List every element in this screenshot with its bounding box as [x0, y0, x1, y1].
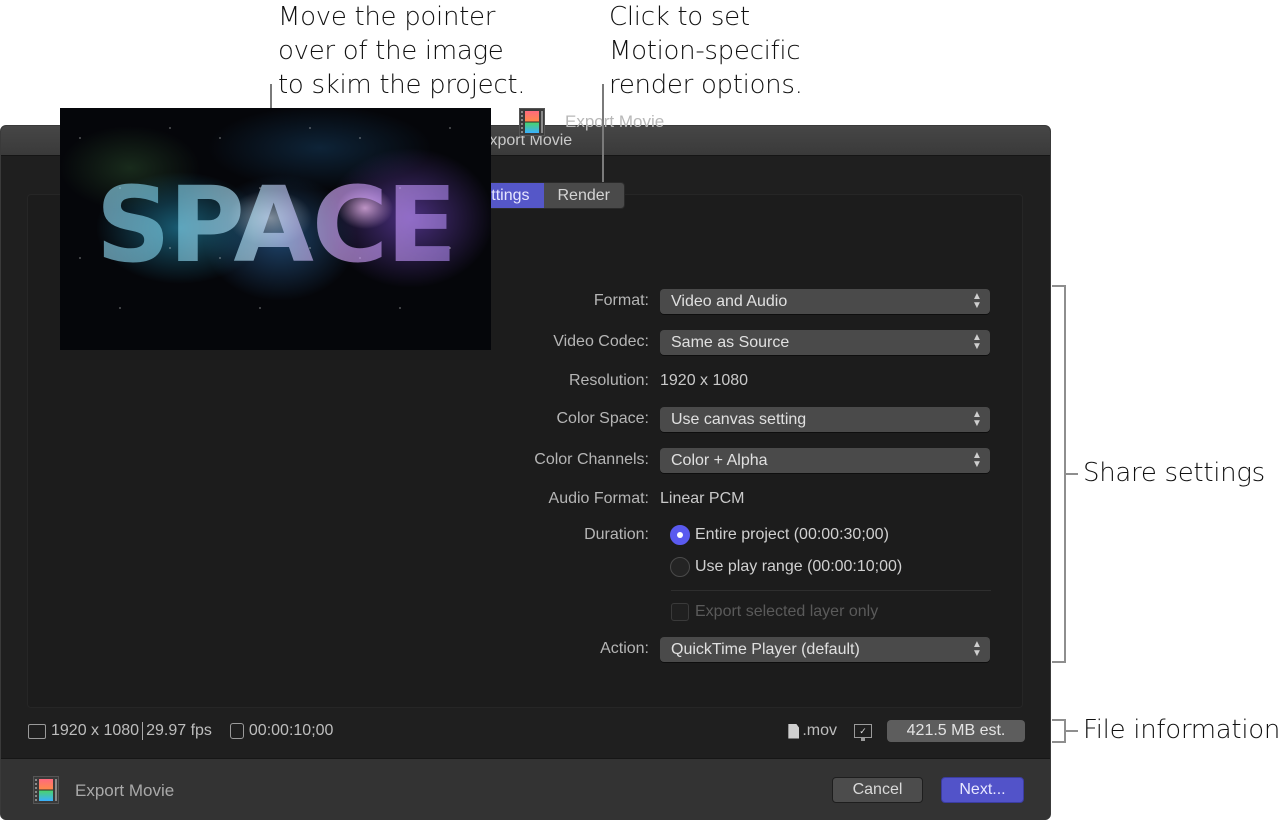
footer-title: Export Movie	[75, 781, 175, 800]
radio-selected-icon[interactable]	[670, 525, 690, 545]
color-channels-row: Color Channels: Color + Alpha ▲ ▼	[500, 447, 990, 473]
format-value: Video and Audio	[671, 292, 788, 310]
bracket-share-settings	[1052, 285, 1066, 663]
duration-play-range-option[interactable]: Use play range (00:00:10;00)	[670, 557, 902, 577]
format-label: Format:	[593, 292, 649, 309]
resolution-value: 1920 x 1080	[660, 372, 749, 389]
export-selected-layer-label: Export selected layer only	[695, 603, 879, 620]
next-button[interactable]: Next...	[941, 777, 1024, 803]
window-footer: Export Movie Cancel Next...	[1, 758, 1050, 820]
duration-icon	[229, 723, 244, 739]
checkbox-icon[interactable]	[671, 603, 689, 621]
format-select[interactable]: Video and Audio ▲ ▼	[660, 288, 990, 314]
resolution-label: Resolution:	[568, 372, 649, 389]
callout-line-2: Motion-specific	[609, 36, 801, 66]
action-value: QuickTime Player (default)	[671, 640, 860, 658]
color-space-row: Color Space: Use canvas setting ▲ ▼	[500, 406, 990, 432]
share-heading: Export Movie	[519, 108, 664, 136]
file-info-right: .mov ✓ 421.5 MB est.	[788, 720, 1025, 742]
bracket-file-information	[1052, 719, 1066, 743]
duration-entire-project-option[interactable]: Entire project (00:00:30;00)	[670, 525, 889, 545]
video-codec-label: Video Codec:	[553, 333, 649, 350]
bracket-share-settings-tick	[1066, 473, 1078, 475]
color-channels-value: Color + Alpha	[671, 451, 768, 469]
duration-label: Duration:	[584, 526, 649, 543]
document-icon	[788, 723, 800, 739]
audio-format-value: Linear PCM	[660, 490, 745, 507]
file-duration: 00:00:10;00	[248, 722, 334, 739]
color-space-value: Use canvas setting	[671, 410, 807, 428]
action-row: Action: QuickTime Player (default) ▲ ▼	[500, 636, 990, 662]
callout-line-1: Click to set	[609, 2, 750, 32]
monitor-check-icon: ✓	[854, 724, 872, 741]
export-selected-layer-option[interactable]: Export selected layer only	[671, 603, 878, 621]
file-size-estimate: 421.5 MB est.	[887, 720, 1025, 742]
film-strip-icon	[33, 776, 59, 804]
tab-render[interactable]: Render	[544, 183, 624, 208]
color-space-label: Color Space:	[556, 410, 650, 427]
action-select[interactable]: QuickTime Player (default) ▲ ▼	[660, 636, 990, 662]
cancel-button[interactable]: Cancel	[832, 777, 923, 803]
callout-share-settings: Share settings	[1083, 458, 1265, 488]
preview-title-text: SPACE	[60, 170, 491, 280]
callout-line-1: Move the pointer	[278, 2, 496, 32]
project-preview-image[interactable]: SPACE	[60, 108, 491, 350]
color-channels-select[interactable]: Color + Alpha ▲ ▼	[660, 447, 990, 473]
duration-play-range-label: Use play range (00:00:10;00)	[695, 558, 903, 575]
file-resolution: 1920 x 1080	[51, 722, 140, 739]
callout-line-3: render options.	[609, 70, 803, 100]
color-channels-label: Color Channels:	[534, 451, 649, 468]
action-label: Action:	[600, 640, 649, 657]
radio-unselected-icon[interactable]	[670, 557, 690, 577]
file-info-left: 1920 x 1080 29.97 fps 00:00:10;00	[28, 722, 333, 740]
bracket-file-information-tick	[1066, 730, 1078, 732]
resolution-row: Resolution: 1920 x 1080	[500, 368, 990, 394]
duration-row: Duration:	[500, 522, 670, 548]
chevron-up-down-icon: ▲ ▼	[972, 408, 982, 429]
chevron-up-down-icon: ▲ ▼	[972, 449, 982, 470]
chevron-up-down-icon: ▲ ▼	[972, 290, 982, 311]
format-row: Format: Video and Audio ▲ ▼	[500, 288, 990, 314]
frame-size-icon	[28, 723, 46, 739]
file-fps: 29.97 fps	[146, 722, 212, 739]
callout-leader-render	[602, 84, 604, 182]
audio-format-row: Audio Format: Linear PCM	[500, 486, 990, 512]
callout-line-3: to skim the project.	[278, 70, 526, 100]
callout-line-2: over of the image	[278, 36, 504, 66]
callout-render: Click to set Motion-specific render opti…	[609, 0, 803, 102]
film-strip-icon	[519, 108, 545, 136]
duration-entire-project-label: Entire project (00:00:30;00)	[695, 526, 889, 543]
callout-file-information: File information	[1083, 715, 1281, 745]
video-codec-value: Same as Source	[671, 333, 790, 351]
callout-skim: Move the pointer over of the image to sk…	[278, 0, 526, 102]
color-space-select[interactable]: Use canvas setting ▲ ▼	[660, 406, 990, 432]
info-separator	[142, 722, 144, 740]
video-codec-select[interactable]: Same as Source ▲ ▼	[660, 329, 990, 355]
share-heading-label: Export Movie	[565, 112, 665, 131]
file-extension: .mov	[802, 722, 837, 739]
audio-format-label: Audio Format:	[548, 490, 649, 507]
video-codec-row: Video Codec: Same as Source ▲ ▼	[500, 329, 990, 355]
chevron-up-down-icon: ▲ ▼	[972, 331, 982, 352]
settings-divider	[671, 590, 991, 591]
chevron-up-down-icon: ▲ ▼	[972, 638, 982, 659]
